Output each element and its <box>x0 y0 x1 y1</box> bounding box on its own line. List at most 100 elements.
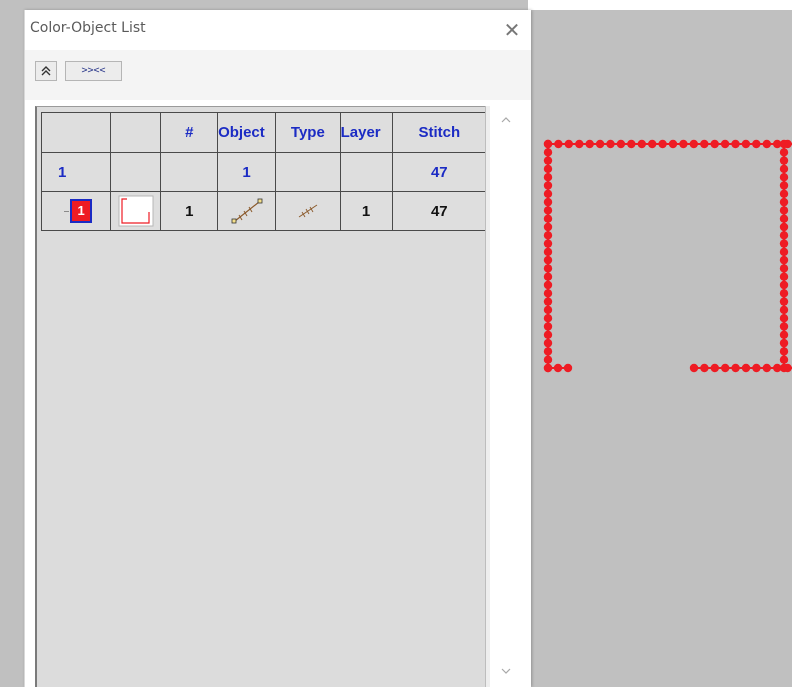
double-chevron-up-icon <box>41 66 51 76</box>
object-row[interactable]: 1 1 1 47 <box>40 191 488 231</box>
stitch-point <box>543 214 553 223</box>
stitch-point <box>563 363 573 373</box>
scroll-down-icon[interactable] <box>499 665 513 679</box>
title-bar[interactable]: Color-Object List ✕ <box>25 10 531 50</box>
summary-stitch-count: 47 <box>391 152 488 192</box>
stitch-point <box>779 305 789 315</box>
object-layer: 1 <box>339 191 393 231</box>
stitch-point <box>543 289 553 298</box>
object-number: 1 <box>160 191 219 231</box>
stitch-point <box>553 363 563 373</box>
object-icon-cell <box>217 191 277 231</box>
close-icon[interactable]: ✕ <box>501 19 523 41</box>
header-number: # <box>160 112 219 153</box>
header-layer-label: Layer <box>340 124 381 141</box>
stitch-point <box>779 148 789 157</box>
object-type-cell <box>275 191 341 231</box>
stitch-point <box>543 247 553 257</box>
running-stitch-line-icon <box>231 198 262 224</box>
table-header-row: # Object Type Layer Stitch <box>40 112 488 153</box>
stitch-point <box>543 322 553 331</box>
stitch-point <box>616 139 626 149</box>
stitch-point <box>543 222 553 232</box>
stitch-point <box>779 214 789 223</box>
stitch-point <box>762 139 771 149</box>
stitch-point <box>779 206 789 215</box>
summary-object-count: 1 <box>217 152 277 192</box>
object-swatch-cell <box>110 191 162 231</box>
header-layer: Layer <box>339 112 393 153</box>
stitch-point <box>543 280 553 290</box>
stitch-point <box>779 314 789 323</box>
summary-layer-cell <box>339 152 393 192</box>
stitch-point <box>720 139 730 149</box>
toolbar: >><< <box>25 50 531 100</box>
stitch-point <box>543 231 553 240</box>
stitch-point <box>779 197 789 207</box>
stitch-point <box>779 181 789 190</box>
stitch-point <box>779 297 789 306</box>
stitch-point <box>543 164 553 174</box>
header-color <box>40 112 112 153</box>
grid-background: # Object Type Layer Stitch 1 1 47 1 1 1 … <box>35 106 488 687</box>
stitch-point <box>658 139 667 149</box>
stitch-point <box>779 255 789 265</box>
stitch-point <box>741 363 751 373</box>
design-canvas[interactable] <box>528 0 792 687</box>
stitch-point <box>779 239 789 248</box>
stitch-point <box>731 139 740 149</box>
stitch-point <box>564 139 573 149</box>
stitch-point <box>679 139 688 149</box>
stitch-point <box>779 222 789 232</box>
stitch-point <box>585 139 594 149</box>
stitch-point <box>606 139 615 149</box>
stitch-point <box>543 189 553 198</box>
stitch-point <box>575 139 584 149</box>
stitch-point <box>543 148 553 157</box>
stitch-point <box>700 139 709 149</box>
expand-collapse-button[interactable]: >><< <box>65 61 122 81</box>
stitch-point <box>779 322 789 331</box>
stitch-point <box>779 330 789 339</box>
header-swatch <box>110 112 162 153</box>
app-root: Color-Object List ✕ >><< # Object Type L… <box>0 0 792 687</box>
object-stitch-count: 47 <box>391 191 488 231</box>
stitch-point <box>779 347 789 356</box>
stitch-point <box>543 355 553 364</box>
stitch-point <box>543 181 553 190</box>
object-color-cell[interactable]: 1 <box>40 191 112 231</box>
stitch-point <box>543 347 553 356</box>
stitch-path-canvas <box>543 139 792 373</box>
stitch-point <box>762 363 771 373</box>
stitch-point <box>627 139 636 149</box>
stitch-point <box>783 363 792 373</box>
stitch-point <box>543 197 553 207</box>
stitch-point <box>779 189 789 198</box>
summary-type-cell <box>275 152 341 192</box>
stitch-point <box>543 255 553 265</box>
color-chip-wrap: 1 <box>64 199 93 223</box>
scroll-up-icon[interactable] <box>499 114 513 128</box>
stitch-point <box>543 139 553 149</box>
stitch-point <box>779 164 789 174</box>
color-chip[interactable]: 1 <box>70 199 93 223</box>
color-summary-row[interactable]: 1 1 47 <box>40 152 488 192</box>
stitch-point <box>543 338 553 348</box>
stitch-point <box>668 139 678 149</box>
stitch-point <box>779 338 789 348</box>
collapse-all-button[interactable] <box>35 61 57 81</box>
stitch-point <box>779 355 789 364</box>
stitch-point <box>543 272 553 281</box>
stitch-point <box>710 139 719 149</box>
stitch-point <box>595 139 605 149</box>
summary-number-cell <box>160 152 219 192</box>
stitch-point <box>779 264 789 273</box>
color-object-table: # Object Type Layer Stitch 1 1 47 1 1 1 … <box>40 112 488 231</box>
stitch-point <box>773 363 782 373</box>
stitch-point <box>543 305 553 315</box>
stitch-point <box>779 272 789 281</box>
summary-color-number: 1 <box>40 152 112 192</box>
color-object-list-panel: Color-Object List ✕ >><< # Object Type L… <box>24 10 531 687</box>
stitch-point <box>543 330 553 339</box>
grid-frame-edge <box>485 106 490 687</box>
